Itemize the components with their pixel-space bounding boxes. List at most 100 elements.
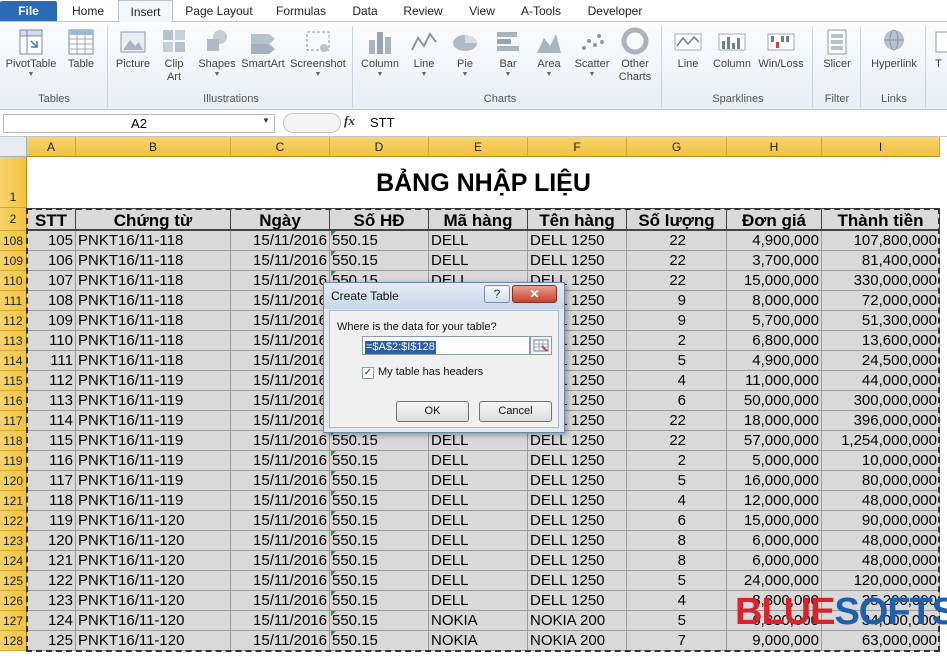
- table-cell[interactable]: 9: [627, 311, 727, 331]
- tab-developer[interactable]: Developer: [582, 0, 648, 22]
- table-cell[interactable]: 90,000,000: [822, 511, 940, 531]
- sparkline-column-button[interactable]: Column: [710, 26, 754, 71]
- table-cell[interactable]: 81,400,000: [822, 251, 940, 271]
- header-cell[interactable]: Tên hàng: [528, 208, 627, 231]
- sparkline-winloss-button[interactable]: Win/Loss: [756, 26, 806, 71]
- table-cell[interactable]: 5: [627, 611, 727, 631]
- table-cell[interactable]: DELL: [429, 571, 528, 591]
- column-header-f[interactable]: F: [528, 137, 627, 157]
- table-cell[interactable]: DELL: [429, 511, 528, 531]
- table-cell[interactable]: DELL 1250: [528, 471, 627, 491]
- table-cell[interactable]: 110: [27, 331, 76, 351]
- tab-formulas[interactable]: Formulas: [270, 0, 332, 22]
- table-cell[interactable]: 550.15: [330, 491, 429, 511]
- column-header-g[interactable]: G: [627, 137, 727, 157]
- table-cell[interactable]: 105: [27, 231, 76, 251]
- bar-chart-button[interactable]: Bar ▼: [489, 26, 527, 79]
- table-cell[interactable]: 4: [627, 371, 727, 391]
- table-cell[interactable]: PNKT16/11-120: [76, 551, 231, 571]
- close-button[interactable]: ✕: [512, 285, 557, 303]
- table-cell[interactable]: DELL 1250: [528, 571, 627, 591]
- table-cell[interactable]: 15/11/2016: [231, 231, 330, 251]
- table-cell[interactable]: 15/11/2016: [231, 611, 330, 631]
- table-cell[interactable]: 550.15: [330, 251, 429, 271]
- table-cell[interactable]: 330,000,000: [822, 271, 940, 291]
- table-cell[interactable]: 550.15: [330, 571, 429, 591]
- table-cell[interactable]: PNKT16/11-119: [76, 491, 231, 511]
- row-header[interactable]: 110: [0, 271, 27, 291]
- table-cell[interactable]: 121: [27, 551, 76, 571]
- header-cell[interactable]: Mã hàng: [429, 208, 528, 231]
- table-cell[interactable]: 120: [27, 531, 76, 551]
- table-cell[interactable]: 80,000,000: [822, 471, 940, 491]
- table-cell[interactable]: 11,000,000: [727, 371, 822, 391]
- table-cell[interactable]: 15/11/2016: [231, 411, 330, 431]
- table-cell[interactable]: 22: [627, 411, 727, 431]
- table-cell[interactable]: 116: [27, 451, 76, 471]
- table-cell[interactable]: 550.15: [330, 551, 429, 571]
- row-header[interactable]: 113: [0, 331, 27, 351]
- table-cell[interactable]: 125: [27, 631, 76, 651]
- table-cell[interactable]: 109: [27, 311, 76, 331]
- table-cell[interactable]: 2: [627, 451, 727, 471]
- table-cell[interactable]: DELL: [429, 591, 528, 611]
- table-cell[interactable]: 108: [27, 291, 76, 311]
- table-cell[interactable]: DELL 1250: [528, 231, 627, 251]
- table-cell[interactable]: NOKIA: [429, 611, 528, 631]
- table-cell[interactable]: 15/11/2016: [231, 391, 330, 411]
- table-cell[interactable]: 13,600,000: [822, 331, 940, 351]
- table-cell[interactable]: 124: [27, 611, 76, 631]
- name-box[interactable]: A2: [3, 114, 275, 133]
- table-cell[interactable]: 4,900,000: [727, 231, 822, 251]
- table-cell[interactable]: 5,000,000: [727, 451, 822, 471]
- row-header[interactable]: 122: [0, 511, 27, 531]
- table-cell[interactable]: DELL: [429, 491, 528, 511]
- column-header-e[interactable]: E: [429, 137, 528, 157]
- table-cell[interactable]: 113: [27, 391, 76, 411]
- table-cell[interactable]: NOKIA 200: [528, 611, 627, 631]
- table-cell[interactable]: 22: [627, 251, 727, 271]
- table-cell[interactable]: 15/11/2016: [231, 291, 330, 311]
- table-cell[interactable]: 122: [27, 571, 76, 591]
- table-cell[interactable]: PNKT16/11-119: [76, 391, 231, 411]
- table-cell[interactable]: DELL: [429, 431, 528, 451]
- table-cell[interactable]: 7: [627, 631, 727, 651]
- header-cell[interactable]: Số HĐ: [330, 208, 429, 231]
- table-cell[interactable]: 22: [627, 271, 727, 291]
- table-cell[interactable]: 15,000,000: [727, 271, 822, 291]
- table-cell[interactable]: PNKT16/11-119: [76, 451, 231, 471]
- row-header[interactable]: 126: [0, 591, 27, 611]
- table-cell[interactable]: 15/11/2016: [231, 371, 330, 391]
- area-chart-button[interactable]: Area ▼: [530, 26, 568, 79]
- table-cell[interactable]: DELL: [429, 531, 528, 551]
- table-cell[interactable]: 15/11/2016: [231, 631, 330, 651]
- table-cell[interactable]: 63,000,000: [822, 631, 940, 651]
- table-cell[interactable]: 10,000,000: [822, 451, 940, 471]
- table-cell[interactable]: 48,000,000: [822, 551, 940, 571]
- table-cell[interactable]: 8,000,000: [727, 291, 822, 311]
- table-cell[interactable]: PNKT16/11-120: [76, 631, 231, 651]
- table-cell[interactable]: 118: [27, 491, 76, 511]
- table-cell[interactable]: 22: [627, 431, 727, 451]
- header-cell[interactable]: Đơn giá: [727, 208, 822, 231]
- table-cell[interactable]: NOKIA: [429, 631, 528, 651]
- table-cell[interactable]: 44,000,000: [822, 371, 940, 391]
- row-header[interactable]: 123: [0, 531, 27, 551]
- row-header[interactable]: 116: [0, 391, 27, 411]
- table-cell[interactable]: 114: [27, 411, 76, 431]
- range-picker-button[interactable]: [530, 336, 552, 355]
- ok-button[interactable]: OK: [396, 401, 469, 422]
- tab-review[interactable]: Review: [398, 0, 448, 22]
- line-chart-button[interactable]: Line ▼: [405, 26, 443, 79]
- table-cell[interactable]: NOKIA 200: [528, 631, 627, 651]
- tab-file[interactable]: File: [0, 1, 57, 21]
- table-cell[interactable]: 15/11/2016: [231, 271, 330, 291]
- tab-insert[interactable]: Insert: [118, 0, 173, 23]
- table-cell[interactable]: 550.15: [330, 431, 429, 451]
- table-cell[interactable]: 50,000,000: [727, 391, 822, 411]
- table-cell[interactable]: 115: [27, 431, 76, 451]
- table-cell[interactable]: PNKT16/11-119: [76, 371, 231, 391]
- row-header[interactable]: 2: [0, 208, 27, 231]
- table-cell[interactable]: 3,700,000: [727, 251, 822, 271]
- sparkline-line-button[interactable]: Line: [667, 26, 709, 71]
